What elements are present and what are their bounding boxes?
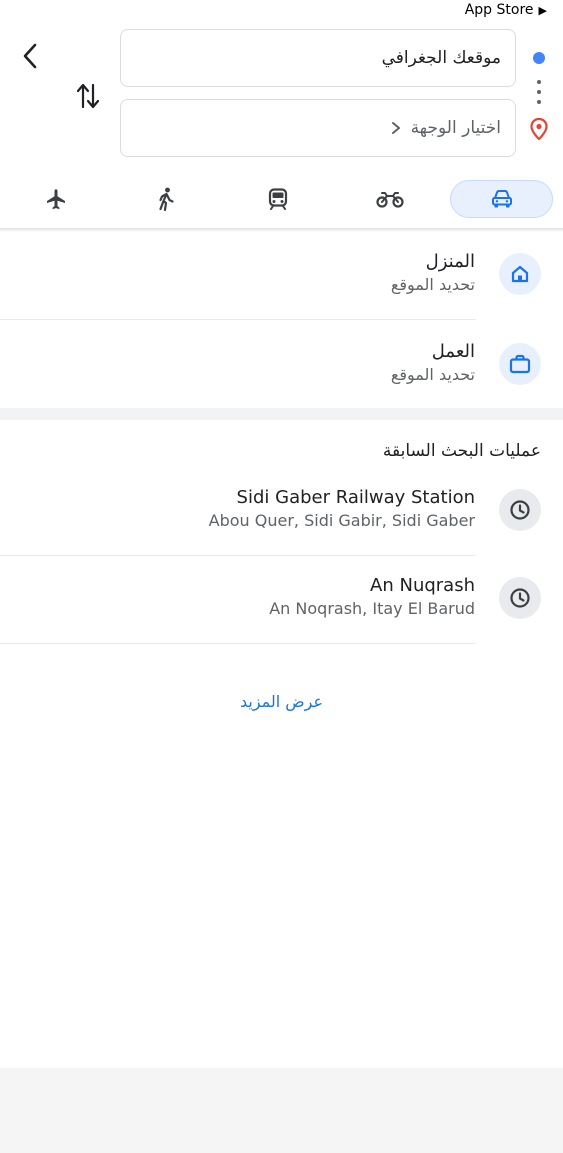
recent-searches-heading: عمليات البحث السابقة: [382, 441, 541, 461]
mode-flight-button[interactable]: [26, 180, 86, 218]
origin-value: موقعك الجغرافي: [381, 48, 501, 68]
recent-search-title: Sidi Gaber Railway Station: [236, 487, 475, 508]
recent-search-title: An Nuqrash: [370, 575, 475, 596]
walking-icon: [159, 187, 174, 211]
motorcycle-icon: [376, 192, 404, 208]
saved-place-title: العمل: [431, 341, 475, 362]
clock-icon: [499, 489, 541, 531]
mode-walking-button[interactable]: [136, 180, 196, 218]
status-bar: App Store ▶: [465, 0, 547, 20]
saved-place-home[interactable]: المنزل تحديد الموقع: [0, 230, 563, 320]
origin-input[interactable]: موقعك الجغرافي: [120, 29, 516, 87]
recent-search-item[interactable]: Sidi Gaber Railway Station Abou Quer, Si…: [0, 466, 563, 556]
saved-place-work[interactable]: العمل تحديد الموقع: [0, 320, 563, 410]
saved-place-subtitle: تحديد الموقع: [390, 275, 475, 294]
recent-search-text: An Nuqrash An Noqrash, Itay El Barud: [269, 574, 475, 620]
section-separator: [0, 408, 563, 420]
route-dots-icon: [537, 80, 541, 104]
destination-input[interactable]: اختيار الوجهة: [120, 99, 516, 157]
saved-place-title: المنزل: [425, 251, 475, 272]
work-icon: [499, 343, 541, 385]
play-arrow-icon: ▶: [538, 3, 547, 17]
show-more-link[interactable]: عرض المزيد: [0, 692, 563, 711]
recent-search-subtitle: Abou Quer, Sidi Gabir, Sidi Gaber: [208, 511, 475, 530]
bottom-area: [0, 1068, 563, 1153]
home-icon: [499, 253, 541, 295]
saved-place-subtitle: تحديد الموقع: [390, 365, 475, 384]
mode-transit-button[interactable]: [248, 180, 308, 218]
swap-locations-button[interactable]: [72, 80, 104, 112]
recent-search-text: Sidi Gaber Railway Station Abou Quer, Si…: [209, 486, 475, 532]
train-icon: [268, 188, 288, 210]
recent-search-subtitle: An Noqrash, Itay El Barud: [269, 599, 475, 618]
recent-search-item[interactable]: An Nuqrash An Noqrash, Itay El Barud: [0, 554, 563, 644]
mode-motorcycle-button[interactable]: [360, 180, 420, 218]
destination-pin-icon: [530, 117, 548, 144]
mode-driving-button[interactable]: [450, 180, 553, 218]
chevron-left-icon: [23, 43, 37, 69]
car-icon: [491, 190, 512, 208]
chevron-right-icon: [391, 121, 401, 135]
saved-place-text: العمل تحديد الموقع: [391, 340, 475, 386]
back-button[interactable]: [14, 40, 46, 72]
clock-icon: [499, 577, 541, 619]
flight-icon: [47, 189, 65, 210]
back-to-app-label[interactable]: App Store: [465, 2, 534, 18]
origin-dot-icon: [533, 52, 545, 64]
row-divider: [0, 643, 476, 644]
destination-placeholder: اختيار الوجهة: [410, 118, 501, 138]
travel-mode-bar: [0, 176, 563, 224]
swap-vertical-icon: [76, 83, 100, 109]
saved-place-text: المنزل تحديد الموقع: [391, 250, 475, 296]
